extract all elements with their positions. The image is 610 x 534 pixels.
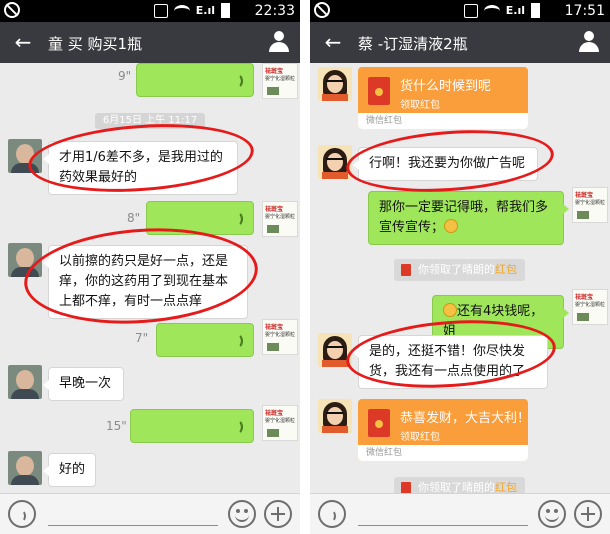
voice-duration: 8": [127, 211, 141, 225]
voice-message[interactable]: [130, 409, 254, 443]
status-time: 22:33: [254, 3, 295, 19]
voice-input-icon[interactable]: [8, 500, 36, 528]
left-chat-screen: E.ıl 22:33 ← 童 买 购买1瓶 祛斑宝 婴宁化湿颗粒 9" 6月15日…: [0, 0, 300, 534]
back-arrow-icon[interactable]: ←: [10, 30, 36, 54]
input-bar: [0, 493, 300, 534]
person-icon[interactable]: [268, 31, 290, 53]
voice-input-icon[interactable]: [318, 500, 346, 528]
no-sim-icon: [4, 2, 20, 18]
message-input[interactable]: [358, 525, 528, 526]
red-envelope-icon: [401, 264, 411, 276]
right-chat-screen: E.ıl 17:51 ← 蔡 -订湿清液2瓶 货什么时候到呢 领取红包 微信红包…: [310, 0, 610, 534]
chat-header: ← 蔡 -订湿清液2瓶: [310, 22, 610, 63]
product-sticker[interactable]: 祛斑宝 婴宁化湿颗粒: [262, 405, 298, 441]
voice-message[interactable]: [156, 323, 254, 357]
signal-icon: E.ıl: [505, 4, 525, 17]
notification-icon: [153, 3, 168, 18]
avatar[interactable]: [318, 333, 352, 367]
no-sim-icon: [314, 2, 330, 18]
plus-icon[interactable]: [574, 500, 602, 528]
voice-message[interactable]: [136, 63, 254, 97]
received-message: 早晚一次: [43, 367, 124, 401]
emoji-icon[interactable]: [538, 500, 566, 528]
system-notice: 你领取了晴朗的红包: [394, 259, 525, 281]
timestamp: 6月15日 上午 11:17: [95, 113, 205, 129]
avatar[interactable]: [8, 451, 42, 485]
avatar[interactable]: [318, 145, 352, 179]
received-message: 是的，还挺不错！你尽快发货，我还有一点点使用的了: [353, 335, 548, 389]
person-icon[interactable]: [578, 31, 600, 53]
chat-title: 童 买 购买1瓶: [48, 35, 143, 53]
received-message: 以前擦的药只是好一点，还是痒，你的这药用了到现在基本上都不痒，有时一点点痒: [43, 245, 248, 319]
plus-icon[interactable]: [264, 500, 292, 528]
status-time: 17:51: [564, 3, 605, 19]
voice-duration: 9": [118, 69, 132, 83]
product-sticker[interactable]: 祛斑宝 婴宁化湿颗粒: [262, 63, 298, 99]
sent-message: 那你一定要记得哦，帮我们多宣传宣传；: [368, 191, 569, 245]
product-sticker[interactable]: 祛斑宝 婴宁化湿颗粒: [262, 319, 298, 355]
red-envelope-icon: [368, 77, 390, 105]
avatar[interactable]: [8, 243, 42, 277]
signal-icon: E.ıl: [195, 4, 215, 17]
status-bar: E.ıl 17:51: [310, 0, 610, 22]
voice-duration: 15": [106, 419, 127, 433]
received-message: 行啊！我还要为你做广告呢: [353, 147, 538, 181]
status-bar: E.ıl 22:33: [0, 0, 300, 22]
back-arrow-icon[interactable]: ←: [320, 30, 346, 54]
voice-duration: 7": [135, 331, 149, 345]
product-sticker[interactable]: 祛斑宝 婴宁化湿颗粒: [262, 201, 298, 237]
voice-message[interactable]: [146, 201, 254, 235]
message-list: 货什么时候到呢 领取红包 微信红包 行啊！我还要为你做广告呢 祛斑宝 婴宁化湿颗粒…: [310, 63, 610, 499]
wifi-icon: [173, 4, 190, 17]
voice-wave-icon: [229, 333, 243, 349]
avatar[interactable]: [8, 365, 42, 399]
chat-title: 蔡 -订湿清液2瓶: [358, 35, 468, 53]
chat-header: ← 童 买 购买1瓶: [0, 22, 300, 63]
voice-wave-icon: [229, 419, 243, 435]
red-packet-card[interactable]: 货什么时候到呢 领取红包 微信红包: [358, 67, 528, 129]
received-message: 好的: [43, 453, 96, 487]
product-sticker[interactable]: 祛斑宝 婴宁化湿颗粒: [572, 289, 608, 325]
avatar[interactable]: [318, 399, 352, 433]
avatar[interactable]: [8, 139, 42, 173]
product-sticker[interactable]: 祛斑宝 婴宁化湿颗粒: [572, 187, 608, 223]
notification-icon: [463, 3, 478, 18]
smiley-emoji-icon: [444, 219, 459, 233]
smiley-emoji-icon: [443, 303, 457, 317]
message-list: 祛斑宝 婴宁化湿颗粒 9" 6月15日 上午 11:17 才用1/6差不多，是我用…: [0, 63, 300, 493]
battery-icon: [221, 3, 230, 18]
avatar[interactable]: [318, 67, 352, 101]
voice-wave-icon: [229, 211, 243, 227]
red-packet-card[interactable]: 恭喜发财，大吉大利！ 领取红包 微信红包: [358, 399, 528, 461]
received-message: 才用1/6差不多，是我用过的药效果最好的: [43, 141, 238, 195]
emoji-icon[interactable]: [228, 500, 256, 528]
red-envelope-icon: [368, 409, 390, 437]
voice-wave-icon: [229, 73, 243, 89]
battery-icon: [531, 3, 540, 18]
message-input[interactable]: [48, 525, 218, 526]
input-bar: [310, 493, 610, 534]
wifi-icon: [483, 4, 500, 17]
